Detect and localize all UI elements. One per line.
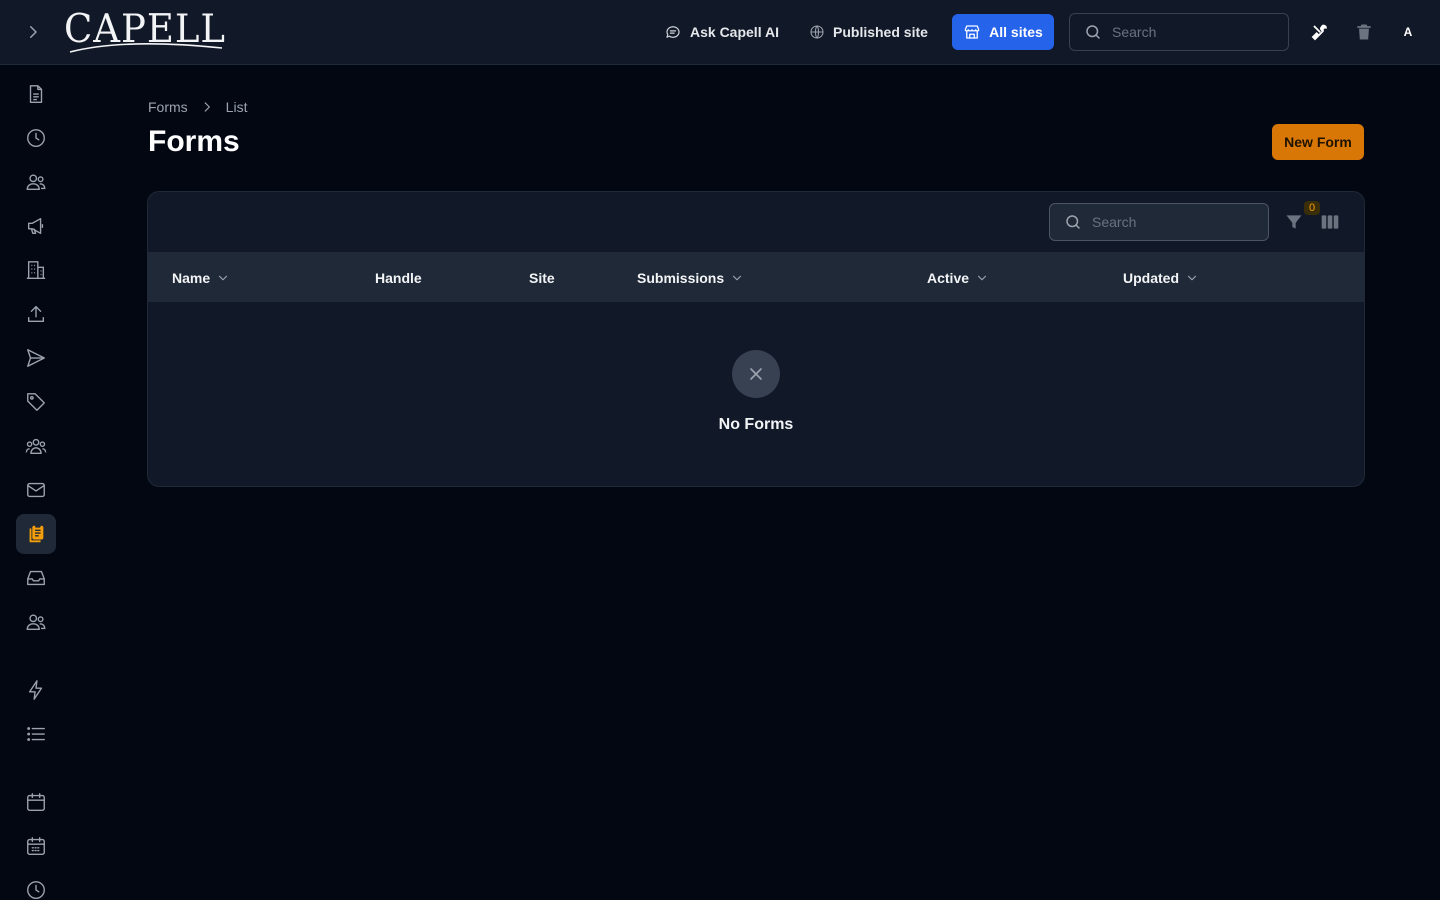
filter-count-badge: 0 xyxy=(1304,201,1320,215)
top-bar: CAPELL Ask Capell AI Published site All … xyxy=(0,0,1440,65)
table-search[interactable] xyxy=(1049,203,1269,241)
breadcrumb: Forms List xyxy=(148,97,247,117)
sidebar-item-lists[interactable] xyxy=(16,714,56,754)
users-icon xyxy=(26,174,46,191)
column-header-site: Site xyxy=(529,253,555,302)
sidebar-item-groups[interactable] xyxy=(16,426,56,466)
chevron-right-icon xyxy=(204,102,210,112)
published-site-link[interactable]: Published site xyxy=(809,18,928,46)
expand-sidebar-button[interactable] xyxy=(22,21,44,43)
search-icon xyxy=(1086,25,1100,39)
sidebar-item-uploads[interactable] xyxy=(16,294,56,334)
inbox-icon xyxy=(27,570,45,586)
funnel-icon xyxy=(1286,215,1302,229)
sidebar xyxy=(0,65,72,900)
new-form-button[interactable]: New Form xyxy=(1272,124,1364,160)
breadcrumb-forms[interactable]: Forms xyxy=(148,99,188,115)
users-icon xyxy=(26,614,46,631)
send-icon xyxy=(27,349,45,367)
sidebar-item-history[interactable] xyxy=(16,118,56,158)
empty-state-text: No Forms xyxy=(718,416,794,433)
sidebar-item-calendar[interactable] xyxy=(16,782,56,822)
table-search-input[interactable] xyxy=(1092,214,1242,230)
sidebar-item-companies[interactable] xyxy=(16,250,56,290)
storefront-icon xyxy=(964,25,980,39)
list-icon xyxy=(27,727,45,741)
chevron-down-icon xyxy=(1187,275,1197,280)
breadcrumb-list: List xyxy=(225,99,248,115)
chevron-down-icon xyxy=(219,275,228,280)
clock-icon xyxy=(27,881,45,899)
column-label: Handle xyxy=(375,269,422,286)
sidebar-item-schedule[interactable] xyxy=(16,826,56,866)
chat-bubble-icon xyxy=(666,26,680,38)
calendar-icon xyxy=(27,793,45,811)
tools-button[interactable] xyxy=(1310,22,1330,42)
ask-ai-label: Ask Capell AI xyxy=(690,24,779,40)
bolt-icon xyxy=(28,680,43,700)
view-columns-icon xyxy=(1321,215,1339,229)
column-label: Active xyxy=(927,269,970,286)
column-header-updated[interactable]: Updated xyxy=(1123,253,1199,302)
column-label: Submissions xyxy=(637,269,725,286)
chevron-right-icon xyxy=(30,26,37,38)
trash-icon xyxy=(1357,24,1371,40)
calendar-days-icon xyxy=(27,837,45,855)
table-toolbar: 0 xyxy=(148,192,1364,253)
clipboard-forms-icon xyxy=(29,524,44,543)
sidebar-item-contacts[interactable] xyxy=(16,602,56,642)
column-header-handle: Handle xyxy=(375,253,422,302)
user-group-icon xyxy=(25,438,47,455)
empty-state-icon xyxy=(732,350,780,398)
table-header: Name Handle Site Submissions Active Upda… xyxy=(148,253,1364,302)
sidebar-item-automations[interactable] xyxy=(16,670,56,710)
ask-ai-button[interactable]: Ask Capell AI xyxy=(664,18,779,46)
sidebar-item-tags[interactable] xyxy=(16,382,56,422)
sidebar-item-users[interactable] xyxy=(16,162,56,202)
user-avatar[interactable]: A xyxy=(1394,18,1422,46)
column-header-name[interactable]: Name xyxy=(172,253,230,302)
building-icon xyxy=(26,261,46,279)
forms-table: 0 Name Handle Site Submissions Active Up… xyxy=(147,191,1365,487)
avatar-initial: A xyxy=(1403,25,1413,39)
global-search[interactable] xyxy=(1069,13,1289,51)
page-title: Forms xyxy=(148,125,240,158)
sidebar-item-campaigns[interactable] xyxy=(16,206,56,246)
globe-icon xyxy=(810,25,824,39)
chevron-down-icon xyxy=(977,275,987,280)
wrench-screwdriver-icon xyxy=(1311,24,1327,41)
sidebar-item-send[interactable] xyxy=(16,338,56,378)
chevron-down-icon xyxy=(733,275,742,280)
clock-icon xyxy=(27,129,45,147)
global-search-input[interactable] xyxy=(1112,24,1262,40)
column-header-active[interactable]: Active xyxy=(927,253,989,302)
logo[interactable]: CAPELL xyxy=(64,8,225,53)
sidebar-item-time[interactable] xyxy=(16,870,56,900)
logo-swoosh-icon xyxy=(69,43,223,53)
filter-button[interactable] xyxy=(1284,212,1306,234)
megaphone-icon xyxy=(27,217,44,235)
envelope-icon xyxy=(27,482,45,498)
toggle-columns-button[interactable] xyxy=(1320,212,1342,234)
all-sites-button[interactable]: All sites xyxy=(952,14,1054,50)
column-label: Site xyxy=(529,269,555,286)
column-header-submissions[interactable]: Submissions xyxy=(637,253,744,302)
x-mark-icon xyxy=(750,368,762,380)
search-icon xyxy=(1066,215,1080,229)
sidebar-item-pages[interactable] xyxy=(16,74,56,114)
sidebar-item-mail[interactable] xyxy=(16,470,56,510)
trash-button[interactable] xyxy=(1354,22,1374,42)
published-site-label: Published site xyxy=(833,24,928,40)
all-sites-label: All sites xyxy=(989,24,1043,40)
column-label: Updated xyxy=(1123,269,1179,286)
tag-icon xyxy=(27,393,45,411)
sidebar-item-inbox[interactable] xyxy=(16,558,56,598)
sidebar-item-forms[interactable] xyxy=(16,514,56,554)
upload-icon xyxy=(27,305,45,323)
document-icon xyxy=(29,85,43,103)
column-label: Name xyxy=(172,269,211,286)
